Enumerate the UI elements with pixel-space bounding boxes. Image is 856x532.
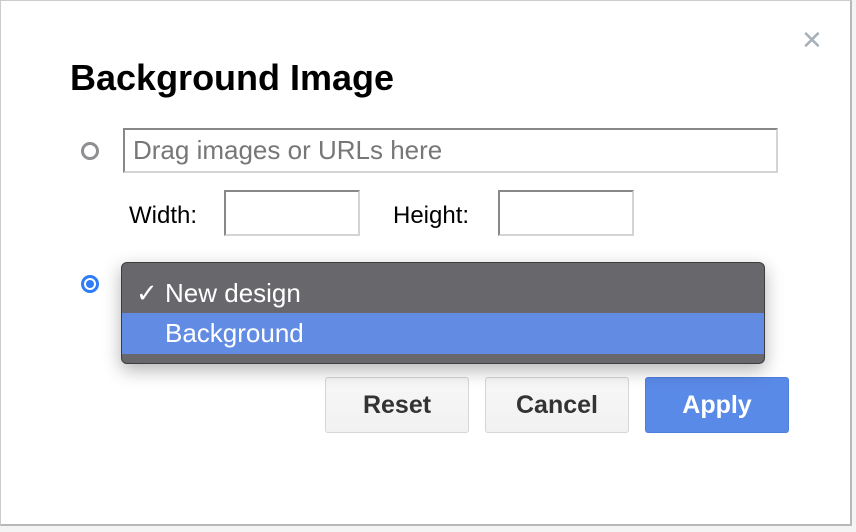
width-input[interactable] (224, 190, 360, 236)
height-input[interactable] (498, 190, 634, 236)
option-label: New design (165, 278, 301, 308)
image-url-radio[interactable] (81, 142, 99, 160)
dropdown-option-background[interactable]: Background (122, 313, 764, 354)
option-label: Background (165, 318, 304, 348)
dropdown-option-new-design[interactable]: ✓ New design (122, 273, 764, 314)
checkmark-icon: ✓ (136, 278, 158, 308)
image-url-input[interactable] (123, 128, 778, 173)
width-label: Width: (129, 202, 198, 229)
close-icon[interactable]: ✕ (801, 27, 823, 53)
height-label: Height: (393, 202, 470, 229)
dialog-title: Background Image (70, 57, 395, 98)
apply-button[interactable]: Apply (645, 377, 789, 433)
cancel-button[interactable]: Cancel (485, 377, 629, 433)
page-background-radio[interactable] (81, 275, 99, 293)
page-select-dropdown[interactable]: ✓ New design Background (121, 262, 765, 364)
reset-button[interactable]: Reset (325, 377, 469, 433)
